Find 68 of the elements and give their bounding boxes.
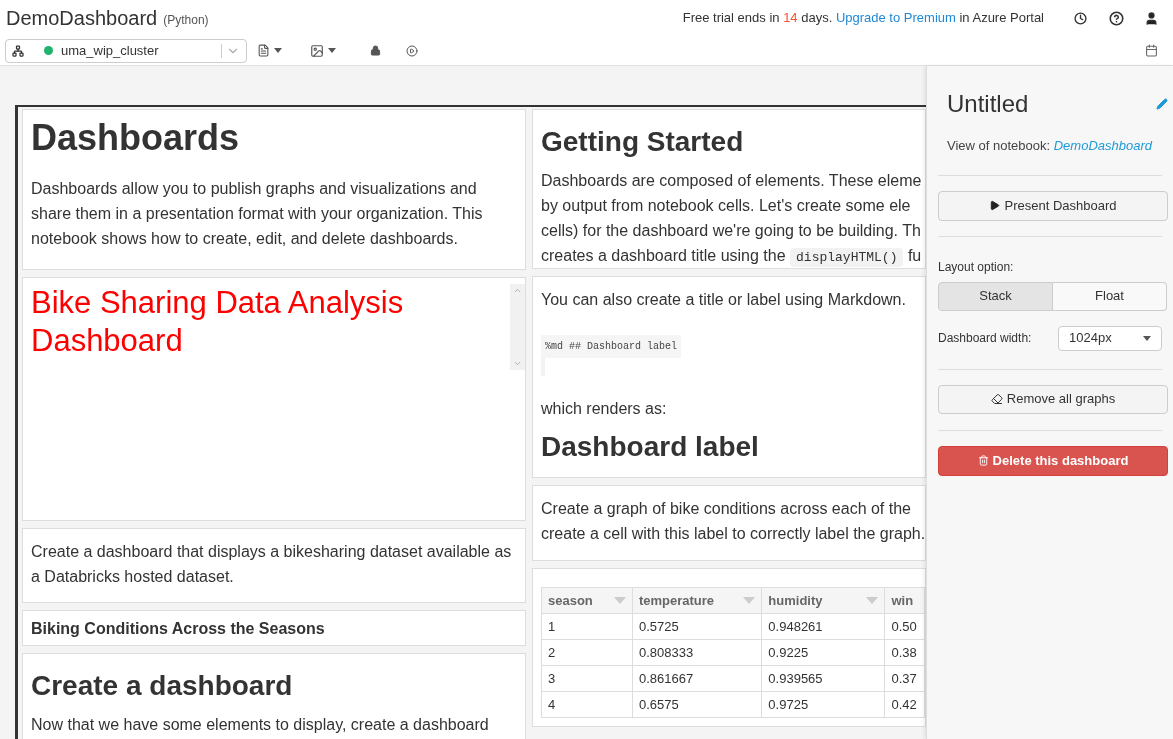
table-cell: 0.939565 xyxy=(761,665,885,692)
notebook-link[interactable]: DemoDashboard xyxy=(1053,138,1152,153)
edit-icon[interactable] xyxy=(1156,98,1168,110)
heading: Dashboard label xyxy=(541,430,760,464)
paragraph: You can also create a title or label using Markdown. xyxy=(541,290,906,310)
notebook-title: DemoDashboard xyxy=(6,6,158,31)
code-snippet: %md ## Dashboard label xyxy=(541,335,682,358)
paragraph: Now that we have some elements to display, create a dashboard xyxy=(31,715,489,735)
table-cell: 2 xyxy=(541,639,633,666)
remove-graphs-button[interactable]: Remove all graphs xyxy=(938,384,1168,414)
clock-icon[interactable] xyxy=(1074,11,1087,25)
trial-notice: Free trial ends in 14 days. Upgrade to Premium in Azure Portal xyxy=(682,9,1044,28)
width-select[interactable]: 1024px xyxy=(1058,325,1162,351)
heading: Create a dashboard xyxy=(31,669,294,703)
paragraph: Create a dashboard that displays a bikesharing dataset available as a Databricks hosted dataset. xyxy=(31,542,512,587)
image-icon xyxy=(310,43,324,58)
layout-label: Layout option: xyxy=(938,258,1015,276)
help-icon[interactable] xyxy=(1109,10,1124,26)
layout-option[interactable]: Stack xyxy=(938,281,1053,311)
column-header[interactable]: win xyxy=(884,587,925,614)
caret-icon xyxy=(328,48,336,53)
trash-icon xyxy=(977,455,989,466)
play-icon xyxy=(989,200,1001,211)
delete-button[interactable]: Delete this dashboard xyxy=(938,445,1168,476)
cluster-select[interactable]: uma_wip_cluster xyxy=(5,38,247,63)
paragraph: Dashboards allow you to publish graphs and visualizations and share them in a presentation format with your organization. This notebook shows how to create, edit, and delete dashboards. xyxy=(31,179,483,249)
paragraph: Dashboards are composed of elements. These eleme by output from notebook cells. Let's create some ele cells) for the dashboard we're going to be building. Th creates a dashboard title using the displayHTML() fu xyxy=(541,171,922,268)
table-cell: 0.9725 xyxy=(761,691,885,718)
caret-icon xyxy=(274,48,282,53)
document-icon xyxy=(257,44,270,57)
table-cell: 0.808333 xyxy=(632,639,762,666)
caret-icon xyxy=(1143,335,1151,341)
cluster-icon xyxy=(12,44,24,57)
table-cell: 0.37 xyxy=(884,665,925,692)
table-cell: 0.50 xyxy=(884,613,925,640)
table-cell: 0.6575 xyxy=(632,691,762,718)
table-cell: 0.948261 xyxy=(761,613,885,640)
table-cell: 1 xyxy=(541,613,633,640)
table-cell: 0.861667 xyxy=(632,665,762,692)
section-label: Biking Conditions Across the Seasons xyxy=(31,619,326,639)
user-icon[interactable] xyxy=(1144,10,1159,26)
dashboard-name: Untitled xyxy=(947,89,1029,119)
column-header[interactable]: humidity xyxy=(761,587,885,614)
width-label: Dashboard width: xyxy=(938,330,1032,347)
upgrade-link[interactable]: Upgrade to Premium xyxy=(835,10,956,26)
table-cell: 0.9225 xyxy=(761,639,885,666)
cluster-name: uma_wip_cluster xyxy=(61,41,160,60)
column-header[interactable]: temperature xyxy=(632,587,762,614)
language-label: (Python) xyxy=(163,12,209,29)
layout-option[interactable]: Float xyxy=(1053,281,1167,311)
eraser-icon xyxy=(990,393,1003,405)
paragraph: Create a graph of bike conditions across each of the create a cell with this label to correctly label the graph. xyxy=(541,499,925,544)
table-cell: 3 xyxy=(541,665,633,692)
file-menu[interactable] xyxy=(257,44,282,57)
image-menu[interactable] xyxy=(310,43,336,58)
column-header[interactable]: season xyxy=(541,587,633,614)
table-cell: 0.42 xyxy=(884,691,925,718)
paragraph: which renders as: xyxy=(541,399,667,419)
present-button[interactable]: Present Dashboard xyxy=(938,190,1168,221)
play-circle-icon[interactable] xyxy=(406,44,418,57)
notebook-link-label: View of notebook: DemoDashboard xyxy=(947,137,1154,155)
dashboard-title: Bike Sharing Data Analysis Dashboard xyxy=(31,284,405,360)
table-cell: 0.38 xyxy=(884,639,925,666)
table-cell: 0.5725 xyxy=(632,613,762,640)
calendar-icon[interactable] xyxy=(1145,44,1158,57)
heading: Getting Started xyxy=(541,125,745,159)
table-cell: 4 xyxy=(541,691,633,718)
heading: Dashboards xyxy=(31,116,241,160)
